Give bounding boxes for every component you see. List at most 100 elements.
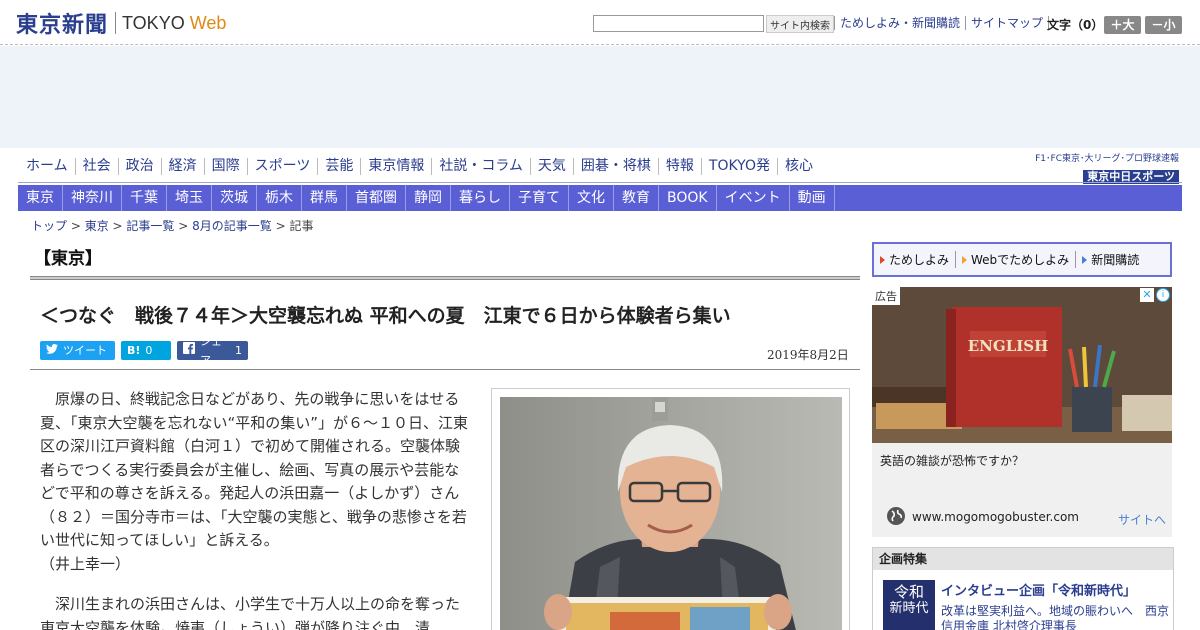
nav2-item-book[interactable]: BOOK [659,185,717,211]
ad-image[interactable]: ENGLISH [872,287,1172,443]
logo-divider [115,12,117,34]
promo-subtitle: F1･FC東京･大リーグ･プロ野球速報 [1035,154,1179,164]
nav-divider [18,182,1182,183]
article-photo[interactable] [500,397,842,630]
nav2-item-video[interactable]: 動画 [790,185,835,211]
nav-item-core[interactable]: 核心 [776,158,820,175]
nav-item-tokyo-hatsu[interactable]: TOKYO発 [700,158,777,175]
sidebar-link-subscribe[interactable]: 新聞購読 [1075,251,1145,268]
header-links: ためしよみ・新聞購読 サイトマップ [834,16,1050,30]
nav-item-weather[interactable]: 天気 [529,158,573,175]
feature-description[interactable]: 改革は堅実利益へ。地域の賑わいへ 西京信用金庫 北村啓介理事長 [941,604,1169,630]
sidebar-link-label: 新聞購読 [1091,253,1140,267]
hatena-count: 0 [145,344,153,357]
nav-item-tokyo-info[interactable]: 東京情報 [360,158,431,175]
sidebar-link-web-tameshiyomi[interactable]: Webでためしよみ [955,251,1075,268]
logo-tokyo: TOKYO [122,12,185,33]
ad-label: 広告 [872,287,900,305]
secondary-nav: 東京 神奈川 千葉 埼玉 茨城 栃木 群馬 首都圏 静岡 暮らし 子育て 文化 … [18,185,1182,211]
site-search-input[interactable] [593,15,764,32]
top-ad-banner[interactable] [0,46,1200,148]
ad-close-icon[interactable]: ✕ [1140,288,1154,302]
nav2-item-shizuoka[interactable]: 静岡 [406,185,451,211]
breadcrumb-august-list[interactable]: 8月の記事一覧 [192,219,272,233]
breadcrumb-sep: > [67,219,85,233]
nav-item-entertainment[interactable]: 芸能 [317,158,360,175]
font-size-label: 文字（0） [1047,18,1104,32]
nav-item-go-shogi[interactable]: 囲碁・将棋 [572,158,658,175]
nav-item-economy[interactable]: 経済 [160,158,204,175]
article-paragraph: 原爆の日、終戦記念日などがあり、先の戦争に思いをはせる夏、「東京大空襲を忘れない… [40,388,472,576]
globe-icon [886,506,906,526]
ad-image-book-title: ENGLISH [968,337,1049,355]
nav2-item-gunma[interactable]: 群馬 [302,185,347,211]
sidebar-ad[interactable]: ENGLISH 広告 ✕ i 英語の雑談が恐怖ですか？ www.mogomogo… [872,287,1172,537]
breadcrumb-top[interactable]: トップ [31,219,67,233]
section-title: 【東京】 [34,249,102,269]
tweet-label: ツイート [63,344,107,357]
twitter-icon [46,341,58,360]
nav2-item-bunka[interactable]: 文化 [569,185,614,211]
tweet-button[interactable]: ツイート [40,341,115,360]
nav-item-editorial[interactable]: 社説・コラム [431,158,530,175]
arrow-right-icon [1082,255,1088,264]
chunichi-sports-promo[interactable]: F1･FC東京･大リーグ･プロ野球速報 東京中日スポーツ [1027,153,1179,184]
sidebar-link-label: Webでためしよみ [971,253,1070,267]
link-subscribe[interactable]: ためしよみ・新聞購読 [834,16,965,30]
arrow-right-icon [880,255,885,264]
nav-item-politics[interactable]: 政治 [117,158,161,175]
nav2-item-tochigi[interactable]: 栃木 [257,185,302,211]
feature-heading: 企画特集 [873,548,1173,570]
feature-thumbnail[interactable]: 令和 新時代 [883,580,935,630]
nav-item-sports[interactable]: スポーツ [246,158,318,175]
nav2-item-kanagawa[interactable]: 神奈川 [63,185,122,211]
nav2-item-chiba[interactable]: 千葉 [122,185,167,211]
ad-url: www.mogomogobuster.com [912,510,1079,524]
sidebar-link-tameshiyomi[interactable]: ためしよみ [880,251,955,268]
nav-item-society[interactable]: 社会 [74,158,118,175]
nav2-item-saitama[interactable]: 埼玉 [167,185,212,211]
nav-item-special-report[interactable]: 特報 [657,158,701,175]
breadcrumb-article-list[interactable]: 記事一覧 [126,219,174,233]
font-bigger-button[interactable]: ＋大 [1104,16,1141,34]
site-search-button[interactable]: サイト内検索 [766,15,834,33]
feature-thumb-line1: 令和 [893,583,924,601]
nav-item-world[interactable]: 国際 [203,158,247,175]
site-logo[interactable]: 東京新聞 TOKYO Web [16,9,227,38]
sidebar-link-label: ためしよみ [889,253,950,267]
paragraph-1-text: 原爆の日、終戦記念日などがあり、先の戦争に思いをはせる夏、「東京大空襲を忘れない… [40,390,469,549]
headline-rule [30,369,860,370]
nav-item-home[interactable]: ホーム [20,158,75,175]
nav2-item-tokyo[interactable]: 東京 [18,185,63,211]
primary-nav: ホーム 社会 政治 経済 国際 スポーツ 芸能 東京情報 社説・コラム 天気 囲… [20,158,820,175]
nav2-item-kyoiku[interactable]: 教育 [614,185,659,211]
nav2-item-ibaraki[interactable]: 茨城 [212,185,257,211]
hatena-bookmark-button[interactable]: B! 0 [121,341,171,360]
ad-title[interactable]: 英語の雑談が恐怖ですか？ [880,452,1024,469]
article-date: 2019年8月2日 [767,348,849,362]
feature-title[interactable]: インタビュー企画「令和新時代」 [941,580,1136,599]
arrow-right-icon [962,255,968,264]
article-paragraph: 深川生まれの浜田さんは、小学生で十万人以上の命を奪った東京大空襲を体験。焼夷（し… [40,595,461,630]
link-sitemap[interactable]: サイトマップ [965,16,1048,30]
nav2-item-kosodate[interactable]: 子育て [510,185,569,211]
article-byline: （井上幸一） [40,554,131,573]
adchoices-icon[interactable]: i [1156,288,1170,302]
logo-web: Web [189,12,227,33]
breadcrumb-sep: > [271,219,290,233]
article-photo-frame [491,388,850,630]
ad-visit-link[interactable]: サイトへ [1118,511,1166,528]
section-rule [30,276,860,280]
facebook-icon [183,341,195,360]
facebook-share-label: シェア [200,334,222,367]
breadcrumb-tokyo[interactable]: 東京 [85,219,109,233]
breadcrumb: トップ > 東京 > 記事一覧 > 8月の記事一覧 > 記事 [31,217,313,234]
font-smaller-button[interactable]: －小 [1145,16,1182,34]
nav2-item-kurashi[interactable]: 暮らし [451,185,510,211]
logo-japanese: 東京新聞 [16,12,109,38]
nav2-item-event[interactable]: イベント [717,185,790,211]
nav2-item-shutoken[interactable]: 首都圏 [347,185,406,211]
facebook-share-button[interactable]: シェア 1 [177,335,248,367]
breadcrumb-current: 記事 [289,219,314,233]
feature-box: 企画特集 令和 新時代 インタビュー企画「令和新時代」 改革は堅実利益へ。地域の… [872,547,1174,630]
